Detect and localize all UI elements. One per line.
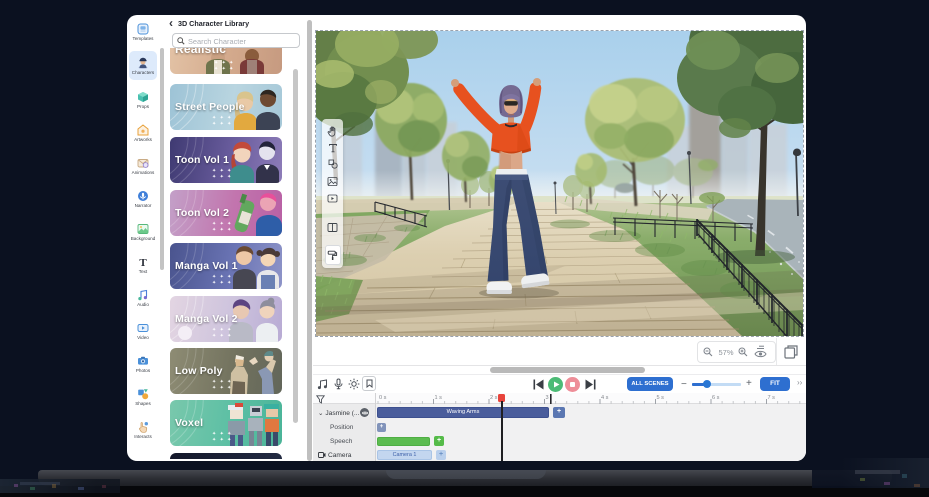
svg-text:4 s: 4 s bbox=[601, 395, 609, 401]
svg-text:7 s: 7 s bbox=[768, 395, 776, 401]
svg-text:6 s: 6 s bbox=[712, 395, 720, 401]
svg-text:2 s: 2 s bbox=[490, 395, 498, 401]
svg-text:0 s: 0 s bbox=[379, 395, 387, 401]
svg-text:1 s: 1 s bbox=[435, 395, 443, 401]
svg-text:5 s: 5 s bbox=[657, 395, 665, 401]
svg-text:3: 3 bbox=[546, 395, 549, 401]
